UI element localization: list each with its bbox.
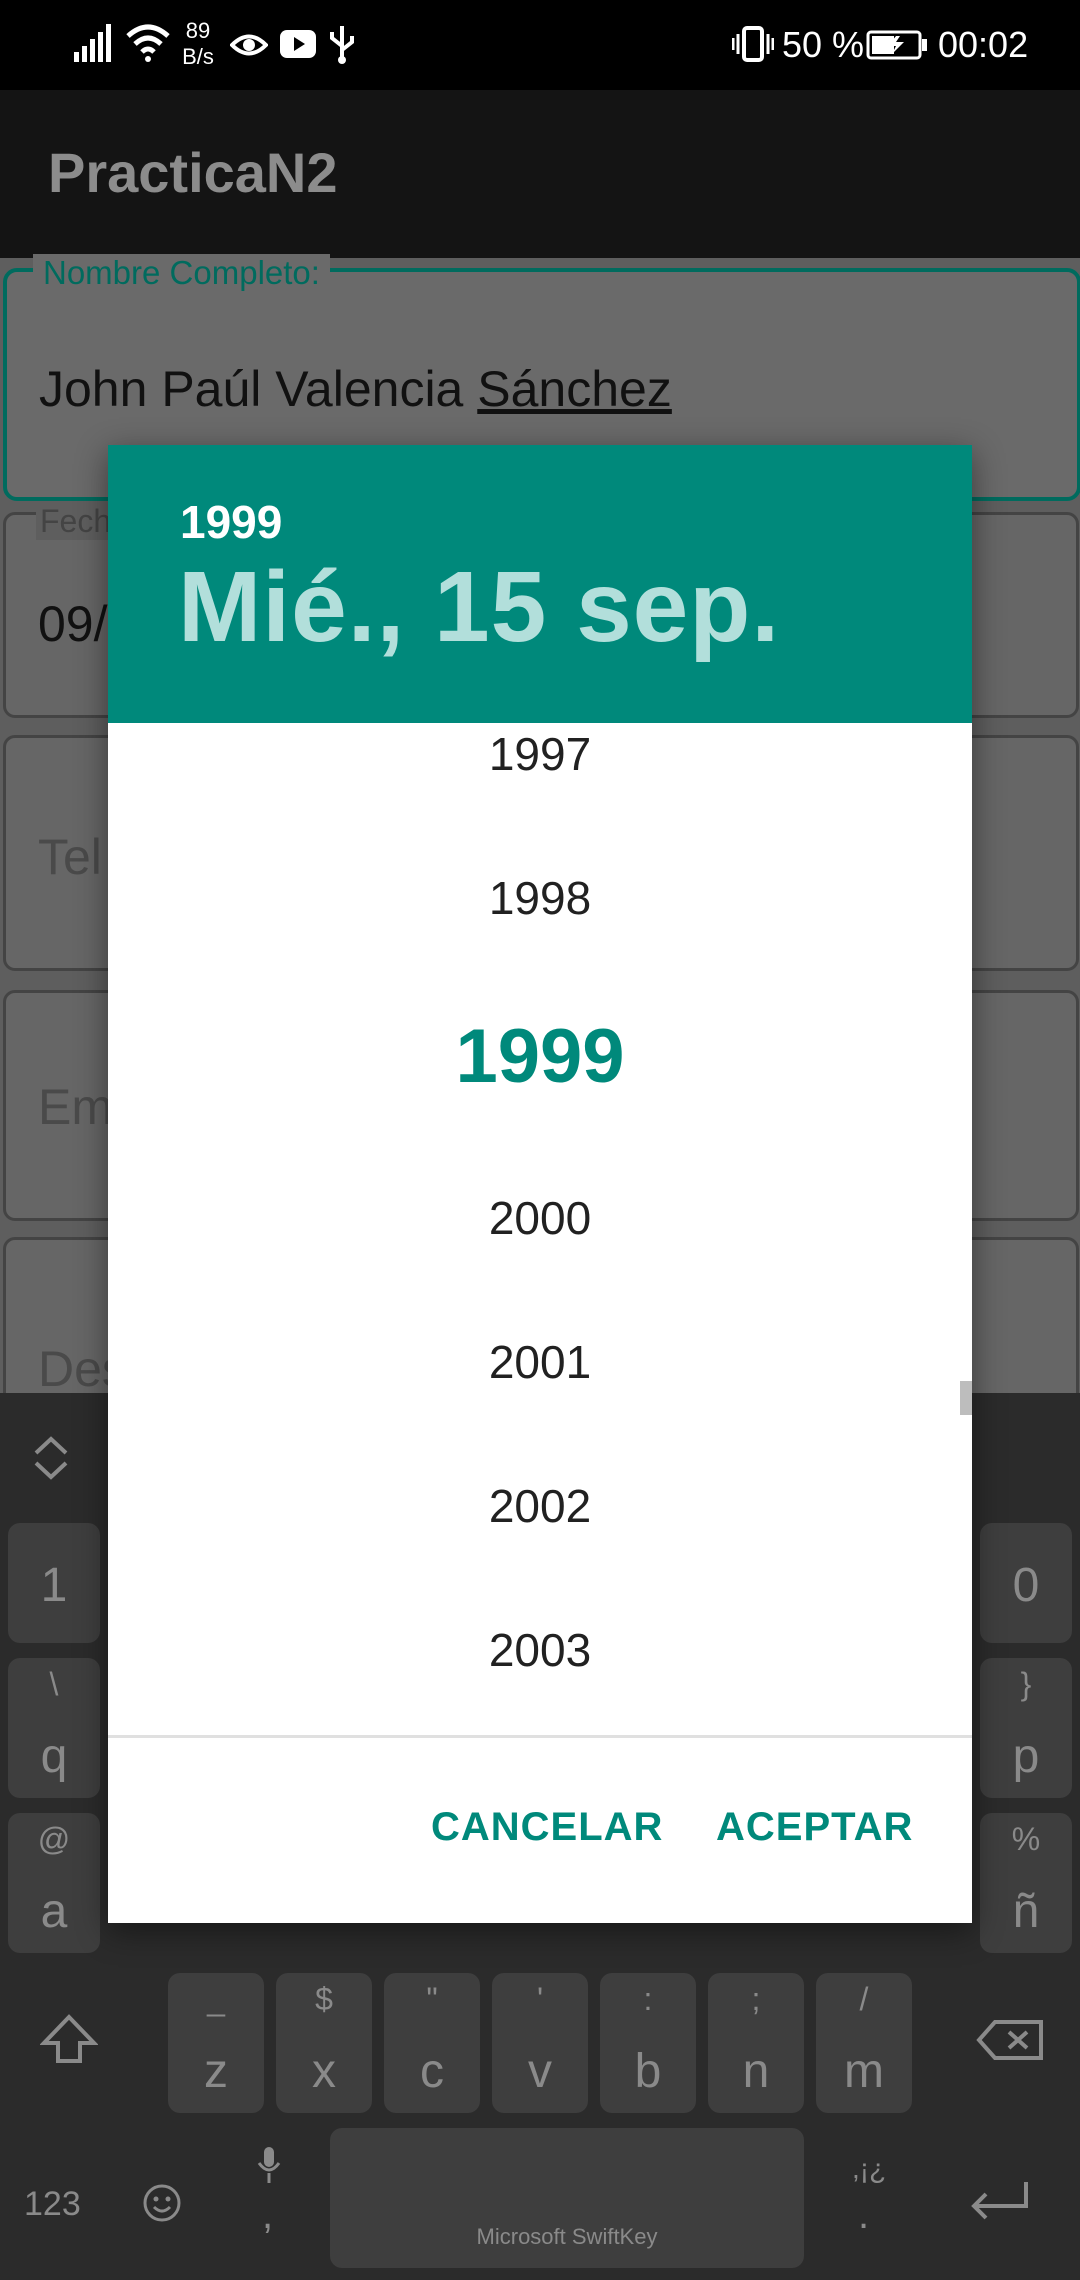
keyboard-expand-icon[interactable] xyxy=(32,1433,70,1483)
battery-percent: 50 % xyxy=(782,24,865,65)
key-v[interactable]: ' v xyxy=(492,1973,588,2113)
dialog-divider xyxy=(108,1735,972,1738)
year-list[interactable]: 1997 1998 1999 2000 2001 2002 2003 xyxy=(108,723,972,1723)
phone-field-hint: Tel xyxy=(38,829,102,885)
comma-key[interactable]: , xyxy=(262,2193,273,2238)
eye-icon xyxy=(230,34,268,56)
period-key[interactable]: . xyxy=(858,2193,869,2238)
name-value-plain: John Paúl Valencia xyxy=(39,361,478,417)
enter-icon[interactable] xyxy=(966,2178,1032,2222)
key-x[interactable]: $ x xyxy=(276,1973,372,2113)
key-z[interactable]: _ z xyxy=(168,1973,264,2113)
cancel-button[interactable]: CANCELAR xyxy=(431,1805,663,1850)
year-item[interactable]: 2001 xyxy=(108,1335,972,1389)
name-field-value: John Paúl Valencia Sánchez xyxy=(39,360,672,418)
keyboard-brand: Microsoft SwiftKey xyxy=(476,2224,658,2249)
usb-icon xyxy=(330,26,354,64)
key-m[interactable]: / m xyxy=(816,1973,912,2113)
numbers-toggle-key[interactable]: 123 xyxy=(24,2185,81,2224)
name-value-underlined: Sánchez xyxy=(477,361,672,417)
vibrate-icon xyxy=(732,26,774,62)
date-field-value: 09/ xyxy=(38,596,108,652)
microphone-icon[interactable] xyxy=(256,2145,282,2185)
battery-icon xyxy=(866,30,927,60)
shift-icon[interactable] xyxy=(40,2013,98,2065)
key-n[interactable]: ; n xyxy=(708,1973,804,2113)
net-speed-value: 89 xyxy=(185,18,211,43)
space-key[interactable]: Microsoft SwiftKey xyxy=(330,2128,804,2268)
key-1[interactable]: 1 xyxy=(8,1523,100,1643)
punctuation-alt: ,¡¿ xyxy=(852,2153,887,2184)
clock: 00:02 xyxy=(938,24,1029,65)
date-field-label: Fech xyxy=(36,503,116,540)
signal-icon xyxy=(74,24,111,62)
year-item[interactable]: 1998 xyxy=(108,871,972,925)
key-0[interactable]: 0 xyxy=(980,1523,1072,1643)
key-b[interactable]: :b xyxy=(600,1973,696,2113)
key-a[interactable]: @ a xyxy=(8,1813,100,1953)
key-n-tilde[interactable]: % ñ xyxy=(980,1813,1072,1953)
app-title: PracticaN2 xyxy=(48,141,338,204)
status-bar: 89 B/s 50 % 00:02 xyxy=(0,0,1080,90)
name-field-label: Nombre Completo: xyxy=(33,254,330,292)
year-item-selected[interactable]: 1999 xyxy=(108,1013,972,1100)
header-year[interactable]: 1999 xyxy=(180,495,282,549)
year-item[interactable]: 2003 xyxy=(108,1623,972,1677)
key-p[interactable]: } p xyxy=(980,1658,1072,1798)
key-q[interactable]: \ q xyxy=(8,1658,100,1798)
year-list-scrollbar[interactable] xyxy=(960,1381,972,1415)
accept-button[interactable]: ACEPTAR xyxy=(716,1805,913,1850)
email-field-hint: Em xyxy=(38,1079,113,1135)
year-item[interactable]: 2002 xyxy=(108,1479,972,1533)
date-picker-dialog: 1999 Mié., 15 sep. 1997 1998 1999 2000 2… xyxy=(108,445,972,1923)
emoji-icon[interactable] xyxy=(142,2183,182,2223)
backspace-icon[interactable] xyxy=(975,2018,1045,2062)
dialog-header: 1999 Mié., 15 sep. xyxy=(108,445,972,723)
key-c[interactable]: " c xyxy=(384,1973,480,2113)
net-speed-unit: B/s xyxy=(182,44,214,69)
year-item[interactable]: 2000 xyxy=(108,1191,972,1245)
app-bar: PracticaN2 xyxy=(0,90,1080,258)
youtube-icon xyxy=(280,30,316,58)
year-item[interactable]: 1997 xyxy=(108,727,972,781)
wifi-icon xyxy=(126,24,170,62)
header-date[interactable]: Mié., 15 sep. xyxy=(178,550,780,665)
